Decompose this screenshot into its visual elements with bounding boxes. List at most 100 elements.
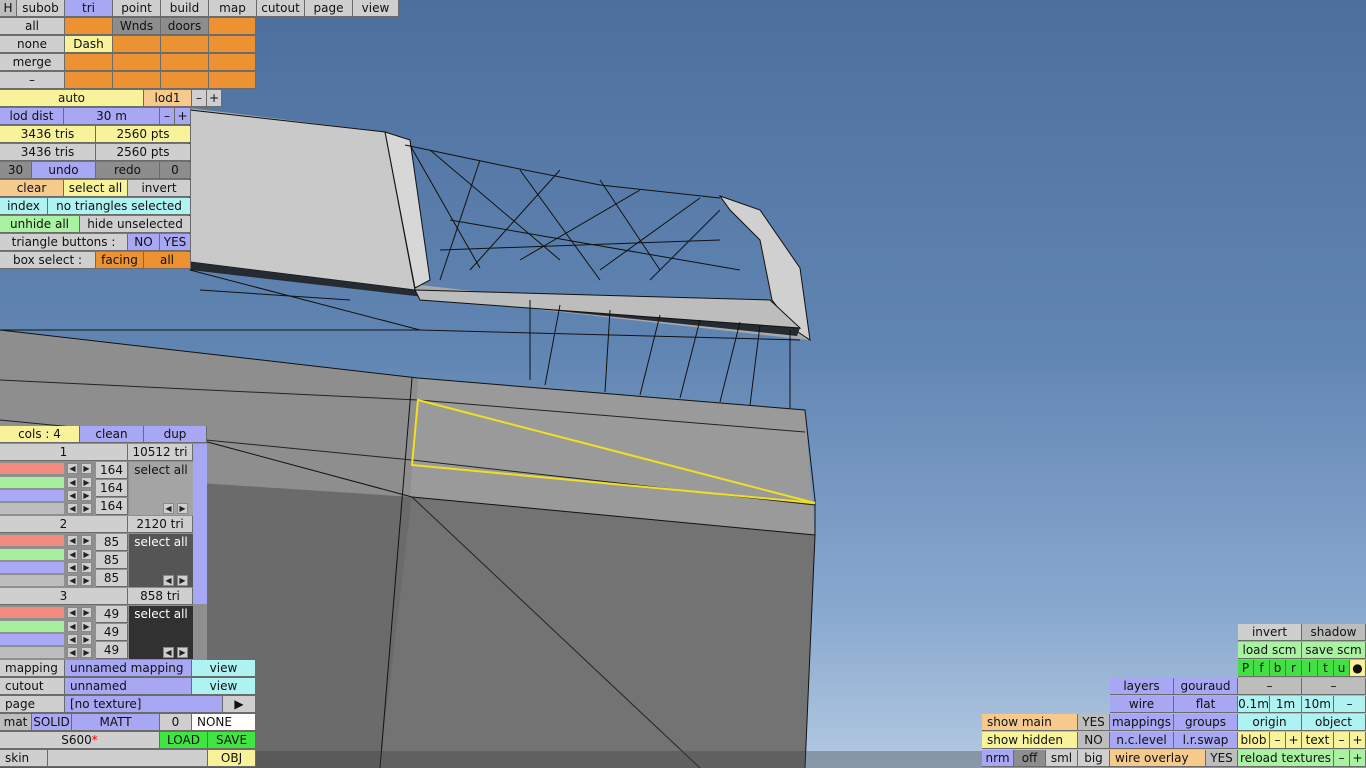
left-arrow-icon[interactable]: ◀ bbox=[67, 647, 78, 658]
wire-overlay-label[interactable]: wire overlay bbox=[1110, 750, 1206, 767]
text-button[interactable]: text bbox=[1302, 732, 1334, 749]
lod-plus-button[interactable]: + bbox=[207, 90, 222, 107]
right-arrow-icon[interactable]: ▶ bbox=[81, 634, 92, 645]
green-slider[interactable] bbox=[0, 621, 64, 632]
alpha-slider[interactable] bbox=[0, 575, 64, 586]
grid-cell[interactable] bbox=[65, 54, 113, 71]
reload-minus-button[interactable]: – bbox=[1334, 750, 1350, 767]
grid-minus-button[interactable]: – bbox=[1334, 696, 1366, 713]
lod-dist-plus[interactable]: + bbox=[175, 108, 191, 125]
grid-1m-button[interactable]: 1m bbox=[1270, 696, 1302, 713]
menu-cutout[interactable]: cutout bbox=[257, 0, 305, 17]
left-arrow-icon[interactable]: ◀ bbox=[67, 549, 78, 560]
grid-cell[interactable] bbox=[161, 36, 209, 53]
mat-matt-button[interactable]: MATT bbox=[72, 714, 160, 731]
text-minus-button[interactable]: – bbox=[1334, 732, 1350, 749]
view-r-button[interactable]: r bbox=[1286, 660, 1302, 677]
undo-button[interactable]: undo bbox=[32, 162, 96, 179]
left-arrow-icon[interactable]: ◀ bbox=[163, 575, 174, 586]
blue-slider[interactable] bbox=[0, 490, 64, 501]
blue-slider[interactable] bbox=[0, 562, 64, 573]
green-slider[interactable] bbox=[0, 549, 64, 560]
right-arrow-icon[interactable]: ▶ bbox=[81, 477, 92, 488]
view-p-button[interactable]: P bbox=[1238, 660, 1254, 677]
grid-none-button[interactable]: none bbox=[0, 36, 65, 53]
invert-button[interactable]: invert bbox=[1238, 624, 1302, 641]
grid-doors-button[interactable]: doors bbox=[161, 18, 209, 35]
text-plus-button[interactable]: + bbox=[1350, 732, 1366, 749]
left-arrow-icon[interactable]: ◀ bbox=[67, 535, 78, 546]
grid-cell[interactable] bbox=[209, 72, 256, 89]
blob-plus-button[interactable]: + bbox=[1286, 732, 1302, 749]
left-arrow-icon[interactable]: ◀ bbox=[67, 463, 78, 474]
right-arrow-icon[interactable]: ▶ bbox=[177, 575, 188, 586]
grid-minus-button[interactable]: – bbox=[0, 72, 65, 89]
save-button[interactable]: SAVE bbox=[208, 732, 256, 749]
dot-icon[interactable]: ● bbox=[1350, 660, 1366, 677]
grid-all-button[interactable]: all bbox=[0, 18, 65, 35]
box-select-facing[interactable]: facing bbox=[96, 252, 144, 269]
left-arrow-icon[interactable]: ◀ bbox=[67, 607, 78, 618]
lod-dist-minus[interactable]: – bbox=[160, 108, 175, 125]
wire-button[interactable]: wire bbox=[1110, 696, 1174, 713]
shadow-button[interactable]: shadow bbox=[1302, 624, 1366, 641]
select-all-button[interactable]: select all bbox=[64, 180, 128, 197]
left-arrow-icon[interactable]: ◀ bbox=[67, 634, 78, 645]
right-arrow-icon[interactable]: ▶ bbox=[81, 503, 92, 514]
index-button[interactable]: index bbox=[0, 198, 48, 215]
mappings-button[interactable]: mappings bbox=[1110, 714, 1174, 731]
left-arrow-icon[interactable]: ◀ bbox=[67, 575, 78, 586]
left-arrow-icon[interactable]: ◀ bbox=[67, 621, 78, 632]
redo-button[interactable]: redo bbox=[96, 162, 160, 179]
menu-view[interactable]: view bbox=[353, 0, 399, 17]
grid-wnds-button[interactable]: Wnds bbox=[113, 18, 161, 35]
menu-page[interactable]: page bbox=[305, 0, 353, 17]
grid-0.1m-button[interactable]: 0.1m bbox=[1238, 696, 1270, 713]
red-slider[interactable] bbox=[0, 535, 64, 546]
dash-button[interactable]: – bbox=[1302, 678, 1366, 695]
page-selector[interactable]: [no texture] bbox=[65, 696, 223, 713]
show-main-label[interactable]: show main bbox=[982, 714, 1078, 731]
view-f-button[interactable]: f bbox=[1254, 660, 1270, 677]
save-scm-button[interactable]: save scm bbox=[1302, 642, 1366, 659]
mat-name[interactable]: NONE bbox=[192, 714, 256, 731]
grid-cell[interactable] bbox=[161, 54, 209, 71]
blob-button[interactable]: blob bbox=[1238, 732, 1270, 749]
colour-select-all-button[interactable]: select all bbox=[129, 462, 193, 479]
object-button[interactable]: object bbox=[1302, 714, 1366, 731]
right-arrow-icon[interactable]: ▶ bbox=[177, 647, 188, 658]
menu-point[interactable]: point bbox=[113, 0, 161, 17]
page-next-icon[interactable]: ▶ bbox=[223, 696, 256, 713]
lod1-button[interactable]: lod1 bbox=[144, 90, 192, 107]
triangle-buttons-yes[interactable]: YES bbox=[160, 234, 191, 251]
dash-button[interactable]: – bbox=[1238, 678, 1302, 695]
invert-selection-button[interactable]: invert bbox=[128, 180, 191, 197]
green-slider[interactable] bbox=[0, 477, 64, 488]
triangle-buttons-no[interactable]: NO bbox=[128, 234, 160, 251]
groups-button[interactable]: groups bbox=[1174, 714, 1238, 731]
colour-select-all-button[interactable]: select all bbox=[129, 606, 193, 623]
left-arrow-icon[interactable]: ◀ bbox=[67, 503, 78, 514]
origin-button[interactable]: origin bbox=[1238, 714, 1302, 731]
right-arrow-icon[interactable]: ▶ bbox=[81, 562, 92, 573]
alpha-slider[interactable] bbox=[0, 503, 64, 514]
colour-list-scrollbar[interactable] bbox=[193, 444, 207, 604]
grid-cell[interactable] bbox=[209, 36, 256, 53]
load-button[interactable]: LOAD bbox=[160, 732, 208, 749]
grid-cell[interactable] bbox=[209, 18, 256, 35]
nrm-button[interactable]: nrm bbox=[982, 750, 1014, 767]
grid-cell[interactable] bbox=[113, 54, 161, 71]
red-slider[interactable] bbox=[0, 463, 64, 474]
clear-button[interactable]: clear bbox=[0, 180, 64, 197]
clean-button[interactable]: clean bbox=[80, 426, 144, 443]
skin-selector[interactable] bbox=[48, 750, 208, 767]
layers-button[interactable]: layers bbox=[1110, 678, 1174, 695]
reload-plus-button[interactable]: + bbox=[1350, 750, 1366, 767]
left-arrow-icon[interactable]: ◀ bbox=[163, 647, 174, 658]
right-arrow-icon[interactable]: ▶ bbox=[81, 535, 92, 546]
right-arrow-icon[interactable]: ▶ bbox=[81, 647, 92, 658]
right-arrow-icon[interactable]: ▶ bbox=[81, 621, 92, 632]
menu-build[interactable]: build bbox=[161, 0, 209, 17]
blob-minus-button[interactable]: – bbox=[1270, 732, 1286, 749]
grid-cell[interactable] bbox=[209, 54, 256, 71]
